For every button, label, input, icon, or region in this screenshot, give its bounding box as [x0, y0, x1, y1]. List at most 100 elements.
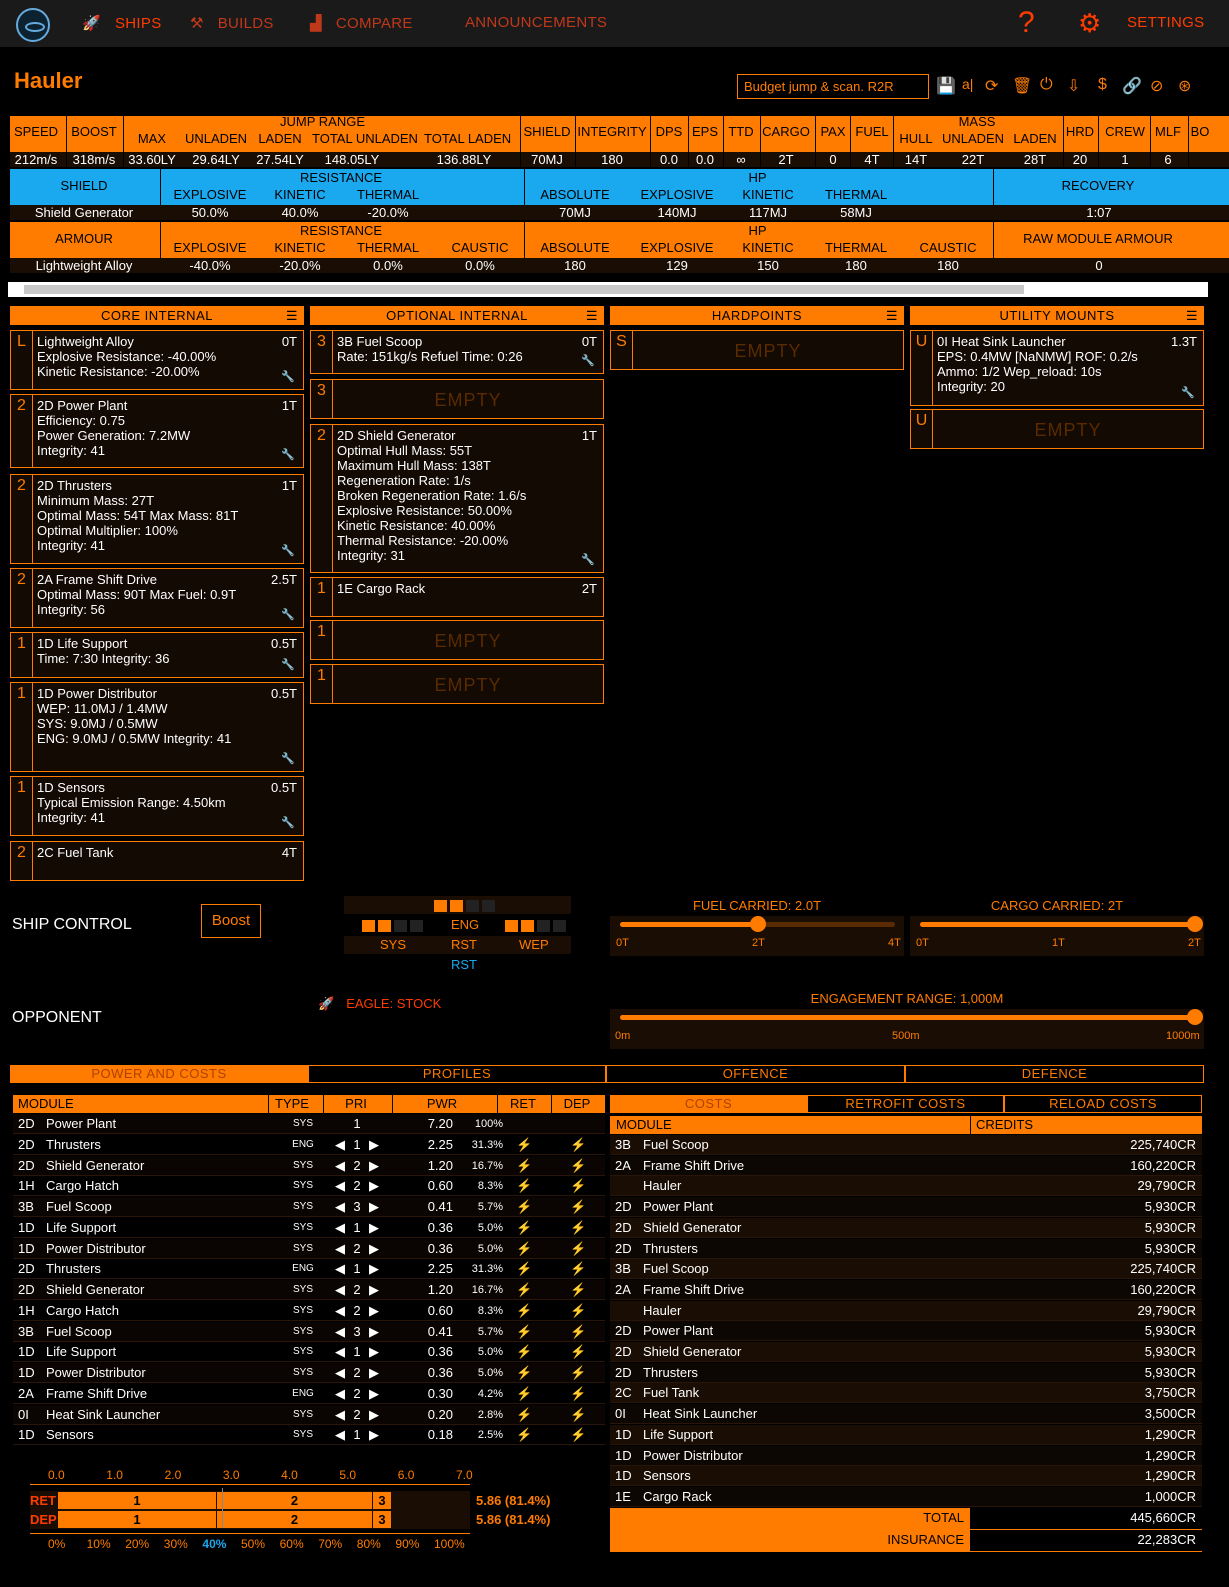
priority-down-icon[interactable]: ◀	[335, 1158, 345, 1174]
power-col-pri[interactable]: PRI	[326, 1096, 386, 1111]
module-slot[interactable]: 2 2D Thrusters Minimum Mass: 27T Optimal Ma…	[10, 474, 304, 564]
sys-label[interactable]: SYS	[380, 937, 406, 952]
retracted-bolt-icon[interactable]: ⚡	[516, 1220, 532, 1236]
cost-row[interactable]: 1D Life Support 1,290CR	[610, 1424, 1202, 1445]
cost-row[interactable]: 3B Fuel Scoop 225,740CR	[610, 1259, 1202, 1280]
deployed-bolt-icon[interactable]: ⚡	[570, 1261, 586, 1277]
filter-icon[interactable]: ☰	[286, 306, 298, 325]
power-col-ret[interactable]: RET	[493, 1096, 553, 1111]
rst-label[interactable]: RST	[451, 937, 477, 952]
tab-costs[interactable]: COSTS	[610, 1095, 807, 1113]
module-slot[interactable]: L Lightweight Alloy Explosive Resistance: …	[10, 330, 304, 390]
boost-button[interactable]: Boost	[201, 904, 261, 938]
power-col-type[interactable]: TYPE	[262, 1096, 322, 1111]
tab-profiles[interactable]: PROFILES	[308, 1065, 606, 1083]
cost-row[interactable]: 2C Fuel Tank 3,750CR	[610, 1383, 1202, 1404]
deployed-bolt-icon[interactable]: ⚡	[570, 1158, 586, 1174]
horizontal-scrollbar[interactable]	[8, 282, 1208, 297]
wrench-icon[interactable]: 🔧	[281, 752, 295, 767]
cost-row[interactable]: 1E Cargo Rack 1,000CR	[610, 1486, 1202, 1507]
retracted-bolt-icon[interactable]: ⚡	[516, 1344, 532, 1360]
link-icon[interactable]: 🔗	[1122, 76, 1142, 96]
retracted-bolt-icon[interactable]: ⚡	[516, 1303, 532, 1319]
deployed-bolt-icon[interactable]: ⚡	[570, 1386, 586, 1402]
cost-row[interactable]: 0I Heat Sink Launcher 3,500CR	[610, 1404, 1202, 1425]
priority-up-icon[interactable]: ▶	[369, 1137, 379, 1153]
wrench-icon[interactable]: 🔧	[281, 658, 295, 673]
costs-col-module[interactable]: MODULE	[616, 1117, 672, 1132]
tab-retrofit-costs[interactable]: RETROFIT COSTS	[807, 1095, 1004, 1113]
priority-up-icon[interactable]: ▶	[369, 1324, 379, 1340]
retracted-bolt-icon[interactable]: ⚡	[516, 1365, 532, 1381]
wrench-icon[interactable]: 🔧	[281, 816, 295, 831]
retracted-bolt-icon[interactable]: ⚡	[516, 1241, 532, 1257]
edsy-icon[interactable]: ⊛	[1178, 76, 1191, 96]
nav-builds[interactable]: ⚒ BUILDS	[190, 14, 274, 32]
module-slot[interactable]: 1 EMPTY	[310, 664, 604, 704]
app-logo-icon[interactable]	[16, 8, 50, 42]
deployed-bolt-icon[interactable]: ⚡	[570, 1365, 586, 1381]
priority-up-icon[interactable]: ▶	[369, 1365, 379, 1381]
fuel-slider-knob[interactable]	[749, 916, 766, 932]
priority-up-icon[interactable]: ▶	[369, 1303, 379, 1319]
eng-label[interactable]: ENG	[451, 917, 479, 932]
power-col-module[interactable]: MODULE	[18, 1096, 74, 1111]
rename-icon[interactable]: a|	[962, 76, 973, 92]
priority-down-icon[interactable]: ◀	[335, 1241, 345, 1257]
power-row[interactable]: 2D Thrusters ENG ◀ ▶ 1 2.25 31.3% ⚡ ⚡	[13, 1135, 605, 1155]
priority-up-icon[interactable]: ▶	[369, 1386, 379, 1402]
cost-row[interactable]: 2D Power Plant 5,930CR	[610, 1197, 1202, 1218]
priority-down-icon[interactable]: ◀	[335, 1220, 345, 1236]
priority-down-icon[interactable]: ◀	[335, 1282, 345, 1298]
wrench-icon[interactable]: 🔧	[581, 354, 595, 369]
retracted-bolt-icon[interactable]: ⚡	[516, 1261, 532, 1277]
cost-row[interactable]: 2D Shield Generator 5,930CR	[610, 1342, 1202, 1362]
deployed-bolt-icon[interactable]: ⚡	[570, 1427, 586, 1443]
power-row[interactable]: 2A Frame Shift Drive ENG ◀ ▶ 2 0.30 4.2% ⚡ ⚡	[13, 1384, 605, 1404]
nav-settings[interactable]: SETTINGS	[1127, 14, 1204, 31]
retracted-bolt-icon[interactable]: ⚡	[516, 1199, 532, 1215]
tab-defence[interactable]: DEFENCE	[905, 1065, 1204, 1083]
reload-icon[interactable]: ⟳	[985, 76, 998, 96]
cost-row[interactable]: 2D Thrusters 5,930CR	[610, 1362, 1202, 1383]
priority-up-icon[interactable]: ▶	[369, 1241, 379, 1257]
trash-icon[interactable]: 🗑	[1012, 76, 1032, 96]
module-slot[interactable]: 1 EMPTY	[310, 620, 604, 660]
filter-icon[interactable]: ☰	[586, 306, 598, 325]
build-name-input[interactable]: Budget jump & scan. R2R	[737, 74, 929, 99]
retracted-bolt-icon[interactable]: ⚡	[516, 1324, 532, 1340]
priority-down-icon[interactable]: ◀	[335, 1344, 345, 1360]
cost-row[interactable]: Hauler 29,790CR	[610, 1300, 1202, 1321]
deployed-bolt-icon[interactable]: ⚡	[570, 1199, 586, 1215]
wrench-icon[interactable]: 🔧	[281, 544, 295, 559]
cost-row[interactable]: 2D Shield Generator 5,930CR	[610, 1217, 1202, 1238]
power-row[interactable]: 3B Fuel Scoop SYS ◀ ▶ 3 0.41 5.7% ⚡ ⚡	[13, 1321, 605, 1342]
gear-icon[interactable]: ⚙	[1078, 8, 1102, 39]
priority-down-icon[interactable]: ◀	[335, 1261, 345, 1277]
module-slot[interactable]: 2 2D Power Plant Efficiency: 0.75 Power Gen…	[10, 394, 304, 468]
power-row[interactable]: 1D Sensors SYS ◀ ▶ 1 0.18 2.5% ⚡ ⚡	[13, 1425, 605, 1446]
retracted-bolt-icon[interactable]: ⚡	[516, 1178, 532, 1194]
wrench-icon[interactable]: 🔧	[281, 448, 295, 463]
priority-up-icon[interactable]: ▶	[369, 1344, 379, 1360]
power-row[interactable]: 1D Life Support SYS ◀ ▶ 1 0.36 5.0% ⚡ ⚡	[13, 1342, 605, 1363]
retracted-bolt-icon[interactable]: ⚡	[516, 1158, 532, 1174]
cost-row[interactable]: 3B Fuel Scoop 225,740CR	[610, 1135, 1202, 1155]
power-col-dep[interactable]: DEP	[547, 1096, 607, 1111]
priority-down-icon[interactable]: ◀	[335, 1407, 345, 1423]
deployed-bolt-icon[interactable]: ⚡	[570, 1324, 586, 1340]
rst-all-label[interactable]: RST	[451, 957, 477, 972]
module-slot[interactable]: 3 EMPTY	[310, 379, 604, 419]
power-row[interactable]: 2D Shield Generator SYS ◀ ▶ 2 1.20 16.7% ⚡ ⚡	[13, 1280, 605, 1300]
power-row[interactable]: 1H Cargo Hatch SYS ◀ ▶ 2 0.60 8.3% ⚡ ⚡	[13, 1301, 605, 1321]
priority-down-icon[interactable]: ◀	[335, 1427, 345, 1443]
power-col-pwr[interactable]: PWR	[412, 1096, 472, 1111]
cost-row[interactable]: 1D Sensors 1,290CR	[610, 1466, 1202, 1487]
cost-row[interactable]: 2A Frame Shift Drive 160,220CR	[610, 1279, 1202, 1300]
priority-up-icon[interactable]: ▶	[369, 1178, 379, 1194]
deployed-bolt-icon[interactable]: ⚡	[570, 1407, 586, 1423]
tab-reload-costs[interactable]: RELOAD COSTS	[1004, 1095, 1202, 1113]
retracted-bolt-icon[interactable]: ⚡	[516, 1386, 532, 1402]
module-slot[interactable]: 1 1D Sensors Typical Emission Range: 4.50k…	[10, 776, 304, 836]
module-slot[interactable]: 1 1D Life Support Time: 7:30 Integrity: 36…	[10, 632, 304, 678]
